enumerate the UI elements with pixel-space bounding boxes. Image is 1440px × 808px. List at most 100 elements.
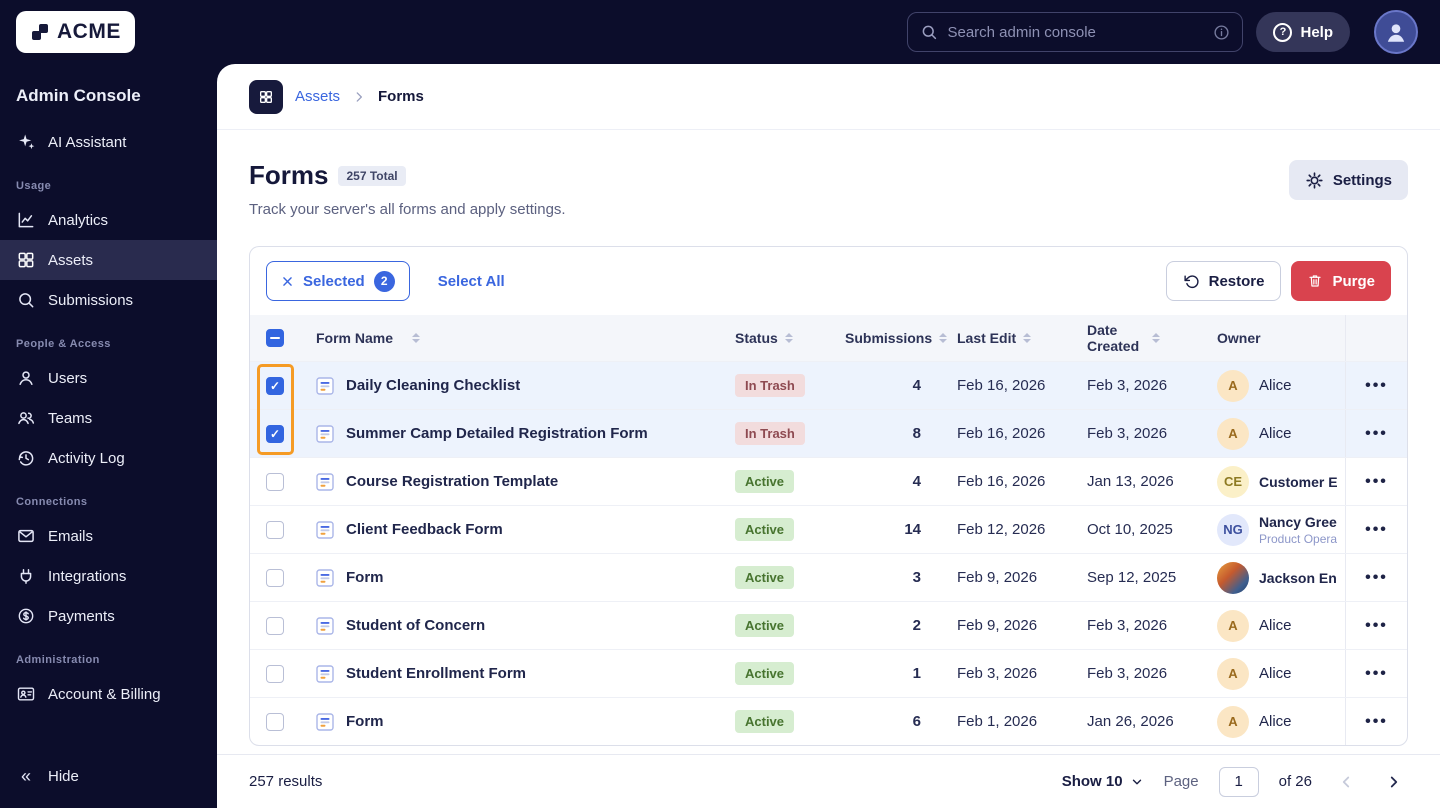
form-name-cell: Student of Concern <box>306 616 727 635</box>
row-menu-button[interactable]: ••• <box>1359 612 1394 640</box>
owner-avatar: A <box>1217 417 1249 450</box>
table-row[interactable]: Student Enrollment Form Active 1 Feb 3, 202… <box>250 649 1407 697</box>
main-area: Assets Forms Forms 257 Total Track your … <box>217 64 1440 808</box>
column-header-status[interactable]: Status <box>727 330 837 346</box>
table-row[interactable]: Form Active 3 Feb 9, 2026 Sep 12, 2025 Jackso… <box>250 553 1407 601</box>
sidebar-hide-button[interactable]: « Hide <box>0 756 217 796</box>
owner-text: Alice <box>1259 617 1292 634</box>
form-icon <box>316 472 334 491</box>
sort-icon[interactable] <box>412 333 421 343</box>
form-name: Student of Concern <box>346 617 486 634</box>
table-row[interactable]: Student of Concern Active 2 Feb 9, 2026 Feb … <box>250 601 1407 649</box>
logo-blocks-icon <box>32 24 48 40</box>
column-header-form-name[interactable]: Form Name <box>306 330 727 346</box>
sidebar-item-label: Teams <box>48 409 93 427</box>
sidebar-item-payments[interactable]: Payments <box>0 596 217 636</box>
row-checkbox[interactable] <box>266 376 284 395</box>
row-menu-button[interactable]: ••• <box>1359 420 1394 448</box>
user-avatar[interactable] <box>1374 10 1418 54</box>
owner-name: Alice <box>1259 665 1292 682</box>
breadcrumb-assets-link[interactable]: Assets <box>295 88 340 105</box>
next-page-button[interactable] <box>1380 768 1408 796</box>
select-all-checkbox[interactable] <box>266 329 284 347</box>
date-created-cell: Sep 12, 2025 <box>1087 569 1177 586</box>
info-icon[interactable] <box>1213 24 1230 41</box>
owner-cell: A Alice <box>1209 657 1345 690</box>
last-edit-cell: Feb 9, 2026 <box>957 617 1038 634</box>
row-checkbox[interactable] <box>266 424 284 443</box>
table-row[interactable]: Daily Cleaning Checklist In Trash 4 Feb 16,… <box>250 361 1407 409</box>
row-menu-button[interactable]: ••• <box>1359 564 1394 592</box>
select-all-button[interactable]: Select All <box>438 273 505 290</box>
column-header-date-created[interactable]: Date Created <box>1079 322 1209 354</box>
row-checkbox[interactable] <box>266 472 284 491</box>
sort-icon[interactable] <box>784 333 793 343</box>
sort-icon[interactable] <box>939 333 948 343</box>
previous-page-button[interactable] <box>1332 768 1360 796</box>
sidebar-item-activity-log[interactable]: Activity Log <box>0 438 217 478</box>
search-icon <box>923 25 937 40</box>
settings-button[interactable]: Settings <box>1288 160 1408 200</box>
owner-name: Customer Exp <box>1259 473 1337 490</box>
clear-selection-button[interactable]: Selected 2 <box>266 261 410 301</box>
page-size-select[interactable]: Show 10 <box>1062 773 1144 790</box>
sidebar-item-assets[interactable]: Assets <box>0 240 217 280</box>
date-created-cell: Jan 13, 2026 <box>1087 473 1174 490</box>
checkbox-cell <box>250 472 306 491</box>
table-row[interactable]: Summer Camp Detailed Registration Form In… <box>250 409 1407 457</box>
date-created-cell: Jan 26, 2026 <box>1087 713 1174 730</box>
row-menu-button[interactable]: ••• <box>1359 372 1394 400</box>
sidebar-item-account-billing[interactable]: Account & Billing <box>0 674 217 714</box>
sort-icon[interactable] <box>1152 333 1160 343</box>
purge-label: Purge <box>1332 272 1375 290</box>
search-input[interactable] <box>947 23 1205 41</box>
form-name: Form <box>346 569 384 586</box>
form-name: Course Registration Template <box>346 473 559 490</box>
status-badge: Active <box>735 470 795 493</box>
row-checkbox[interactable] <box>266 568 284 587</box>
form-name: Client Feedback Form <box>346 521 503 538</box>
gear-icon <box>1306 171 1323 189</box>
row-checkbox[interactable] <box>266 664 284 683</box>
purge-button[interactable]: Purge <box>1291 261 1391 301</box>
sidebar-item-label: Users <box>48 369 88 387</box>
row-menu-button[interactable]: ••• <box>1359 708 1394 736</box>
assets-breadcrumb-icon <box>249 79 283 114</box>
row-menu-button[interactable]: ••• <box>1359 660 1394 688</box>
row-menu-button[interactable]: ••• <box>1359 516 1394 544</box>
restore-button[interactable]: Restore <box>1165 261 1282 301</box>
sidebar-item-emails[interactable]: Emails <box>0 516 217 556</box>
sidebar-item-ai-assistant[interactable]: AI Assistant <box>0 122 217 162</box>
row-checkbox[interactable] <box>266 616 284 635</box>
owner-text: Nancy GreenProduct Operatio <box>1259 514 1337 546</box>
admin-search-bar[interactable] <box>907 12 1244 52</box>
sidebar-item-users[interactable]: Users <box>0 358 217 398</box>
form-name-cell: Daily Cleaning Checklist <box>306 376 727 395</box>
form-name-cell: Course Registration Template <box>306 472 727 491</box>
page-header: Forms 257 Total Track your server's all … <box>217 130 1440 246</box>
owner-avatar: A <box>1217 369 1249 402</box>
last-edit-cell: Feb 1, 2026 <box>957 713 1038 730</box>
table-row[interactable]: Course Registration Template Active 4 Feb 1… <box>250 457 1407 505</box>
row-checkbox[interactable] <box>266 520 284 539</box>
sidebar-item-analytics[interactable]: Analytics <box>0 200 217 240</box>
actions-cell: ••• <box>1345 410 1407 457</box>
sort-icon[interactable] <box>1023 333 1032 343</box>
owner-name: Alice <box>1259 713 1292 730</box>
page-size-label: Show 10 <box>1061 773 1123 790</box>
page-number-input[interactable] <box>1218 766 1259 797</box>
row-checkbox[interactable] <box>266 712 284 731</box>
row-menu-button[interactable]: ••• <box>1359 468 1394 496</box>
sidebar-item-teams[interactable]: Teams <box>0 398 217 438</box>
help-button[interactable]: ? Help <box>1256 12 1350 52</box>
column-header-last-edit[interactable]: Last Edit <box>949 330 1079 346</box>
sidebar-item-submissions[interactable]: Submissions <box>0 280 217 320</box>
table-row[interactable]: Client Feedback Form Active 14 Feb 12, 2026… <box>250 505 1407 553</box>
column-header-owner: Owner <box>1217 329 1261 346</box>
column-header-submissions[interactable]: Submissions <box>837 330 949 346</box>
status-badge: Active <box>735 710 795 733</box>
sidebar-item-integrations[interactable]: Integrations <box>0 556 217 596</box>
table-row[interactable]: Form Active 6 Feb 1, 2026 Jan 26, 2026 A Alice… <box>250 697 1407 745</box>
form-icon <box>316 568 334 587</box>
acme-logo[interactable]: ACME <box>16 11 135 53</box>
